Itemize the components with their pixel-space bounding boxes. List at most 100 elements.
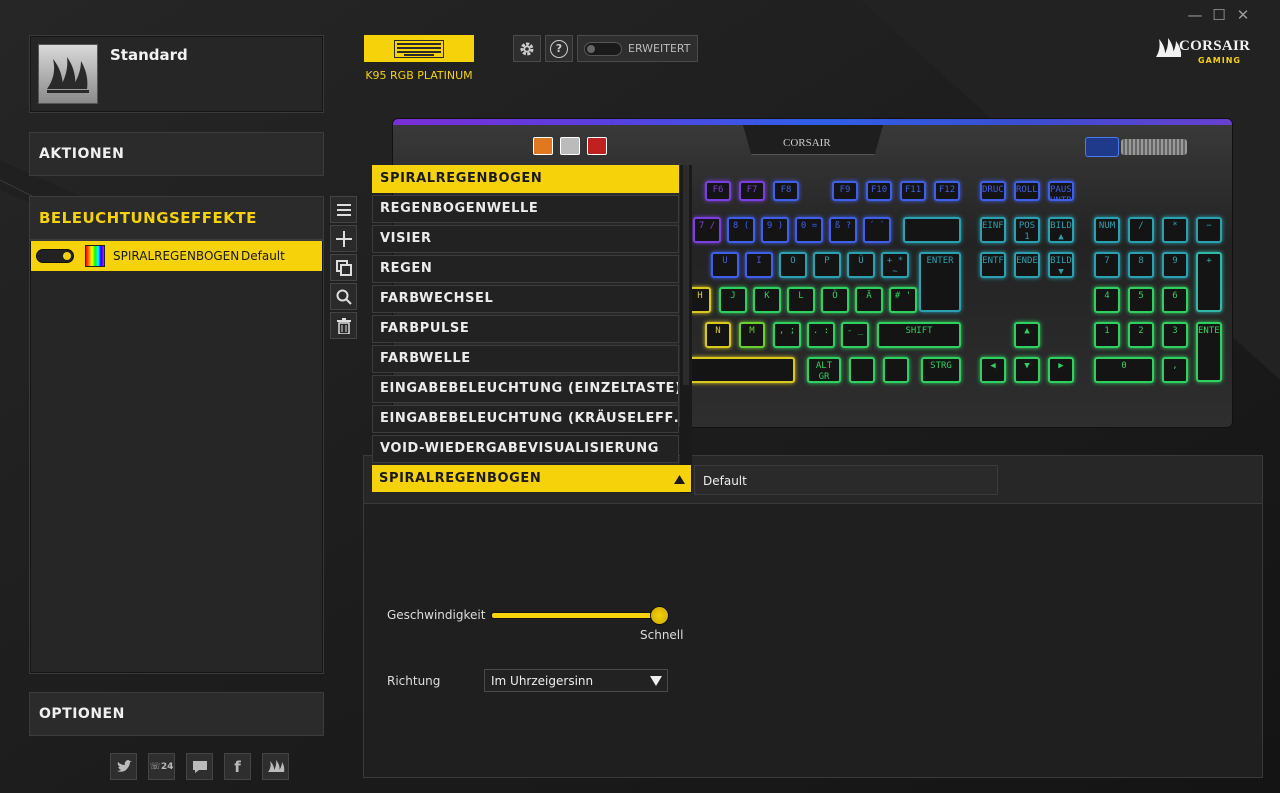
dropdown-item[interactable]: EINGABEBELEUCHTUNG (KRÄUSELEFF… [372, 405, 679, 433]
effect-select-value: SPIRALREGENBOGEN [379, 471, 542, 486]
key-pos1: POS 1 [1014, 217, 1040, 243]
device-tile[interactable] [364, 35, 474, 62]
key-o: O [779, 252, 807, 278]
twitter-icon[interactable] [110, 753, 137, 780]
effects-list [29, 240, 324, 674]
device-name: K95 RGB PLATINUM [365, 69, 473, 82]
key-enter: ENTER [919, 252, 961, 312]
key-dot: . : [807, 322, 835, 348]
key-shift: SHIFT [877, 322, 961, 348]
key-k0: 0 = [795, 217, 823, 243]
dropdown-item[interactable]: FARBPULSE [372, 315, 679, 343]
dropdown-item[interactable]: SPIRALREGENBOGEN [372, 165, 679, 193]
dropdown-item[interactable]: EINGABEBELEUCHTUNG (EINZELTASTE) [372, 375, 679, 403]
help-icon: ? [550, 39, 568, 58]
key-k7: 7 / [693, 217, 721, 243]
dropdown-item[interactable]: FARBWELLE [372, 345, 679, 373]
key-acc: ´ ` [863, 217, 891, 243]
keyboard-icon [394, 39, 444, 58]
trash-icon[interactable] [330, 312, 357, 339]
effect-row[interactable]: SPIRALREGENBOGEN Default [31, 241, 322, 271]
help-button[interactable]: ? [545, 35, 573, 62]
key-nenter: ENTER [1196, 322, 1222, 382]
facebook-icon[interactable]: f [224, 753, 251, 780]
brightness-button [533, 137, 553, 155]
dropdown-item[interactable]: VISIER [372, 225, 679, 253]
key-dash: - _ [841, 322, 869, 348]
windows-lock-button [587, 137, 607, 155]
key-ende: ENDE [1014, 252, 1040, 278]
key-ss: ß ? [829, 217, 857, 243]
search-icon[interactable] [330, 283, 357, 310]
effect-select[interactable]: SPIRALREGENBOGEN [372, 465, 691, 492]
key-nplus: + [1196, 252, 1222, 312]
dropdown-item[interactable]: REGENBOGENWELLE [372, 195, 679, 223]
key-rollen: ROLLEN [1014, 181, 1040, 201]
direction-select[interactable]: Im Uhrzeigersinn [484, 669, 668, 692]
key-f8: F8 [773, 181, 799, 201]
key-f7: F7 [739, 181, 765, 201]
key-pause: PAUSE UNTBR [1048, 181, 1074, 201]
key-druck: DRUCK [980, 181, 1006, 201]
key-oe: Ö [821, 287, 849, 313]
toggle-switch[interactable] [584, 42, 622, 56]
light-bar [393, 119, 1232, 125]
options-section[interactable]: OPTIONEN [29, 692, 324, 736]
close-button[interactable]: ✕ [1235, 7, 1251, 23]
key-entf: ENTF [980, 252, 1006, 278]
key-k9: 9 ) [761, 217, 789, 243]
key-bild_up: BILD ▲ [1048, 217, 1074, 243]
key-n2: 2 [1128, 322, 1154, 348]
add-icon[interactable] [330, 225, 357, 252]
speed-value-label: Schnell [640, 628, 684, 642]
lighting-effects-section[interactable]: BELEUCHTUNGSEFFEKTE [29, 196, 324, 240]
advanced-toggle[interactable]: ERWEITERT [577, 35, 698, 62]
key-plus: + * ~ [881, 252, 909, 278]
gear-icon [520, 42, 534, 55]
profile-tab[interactable]: Default [694, 465, 998, 495]
key-bild_dn: BILD ▼ [1048, 252, 1074, 278]
chevron-down-icon [650, 676, 662, 686]
corsair-icon[interactable] [262, 753, 289, 780]
key-altgr: ALT GR [807, 357, 841, 383]
forum-icon[interactable] [186, 753, 213, 780]
key-n1: 1 [1094, 322, 1120, 348]
key-n8: 8 [1128, 252, 1154, 278]
direction-label: Richtung [387, 674, 441, 688]
dropdown-item[interactable]: REGEN [372, 255, 679, 283]
effect-settings-panel: Default Geschwindigkeit Schnell Richtung… [363, 455, 1263, 778]
dropdown-scrollbar[interactable] [680, 165, 692, 493]
settings-button[interactable] [513, 35, 541, 62]
duplicate-icon[interactable] [330, 254, 357, 281]
key-n5: 5 [1128, 287, 1154, 313]
support-24-icon[interactable]: ☏24 [148, 753, 175, 780]
effect-toggle[interactable] [36, 249, 74, 263]
key-comma: , ; [773, 322, 801, 348]
key-n0: 0 [1094, 357, 1154, 383]
key-n7: 7 [1094, 252, 1120, 278]
corsair-sails-icon [47, 57, 89, 93]
key-p: P [813, 252, 841, 278]
actions-section[interactable]: AKTIONEN [29, 132, 324, 176]
key-mul: * [1162, 217, 1188, 243]
minimize-button[interactable]: — [1187, 7, 1203, 23]
key-ae: Ä [855, 287, 883, 313]
key-n9: 9 [1162, 252, 1188, 278]
dropdown-item[interactable]: FARBWECHSEL [372, 285, 679, 313]
menu-icon[interactable] [330, 196, 357, 223]
lock-button [560, 137, 580, 155]
keyboard-logo: CORSAIR [783, 137, 831, 149]
key-strg: STRG [921, 357, 961, 383]
speed-slider-track[interactable] [492, 613, 660, 618]
key-k: K [753, 287, 781, 313]
key-j: J [719, 287, 747, 313]
key-hash: # ' [889, 287, 917, 313]
key-einfg: EINFG [980, 217, 1006, 243]
key-up: ▲ [1014, 322, 1040, 348]
speed-slider-thumb[interactable] [650, 606, 669, 625]
key-down: ▼ [1014, 357, 1040, 383]
profile-card[interactable]: Standard [29, 35, 324, 113]
profile-name: Standard [110, 46, 188, 64]
dropdown-item[interactable]: VOID-WIEDERGABEVISUALISIERUNG [372, 435, 679, 463]
maximize-button[interactable]: ☐ [1211, 7, 1227, 23]
